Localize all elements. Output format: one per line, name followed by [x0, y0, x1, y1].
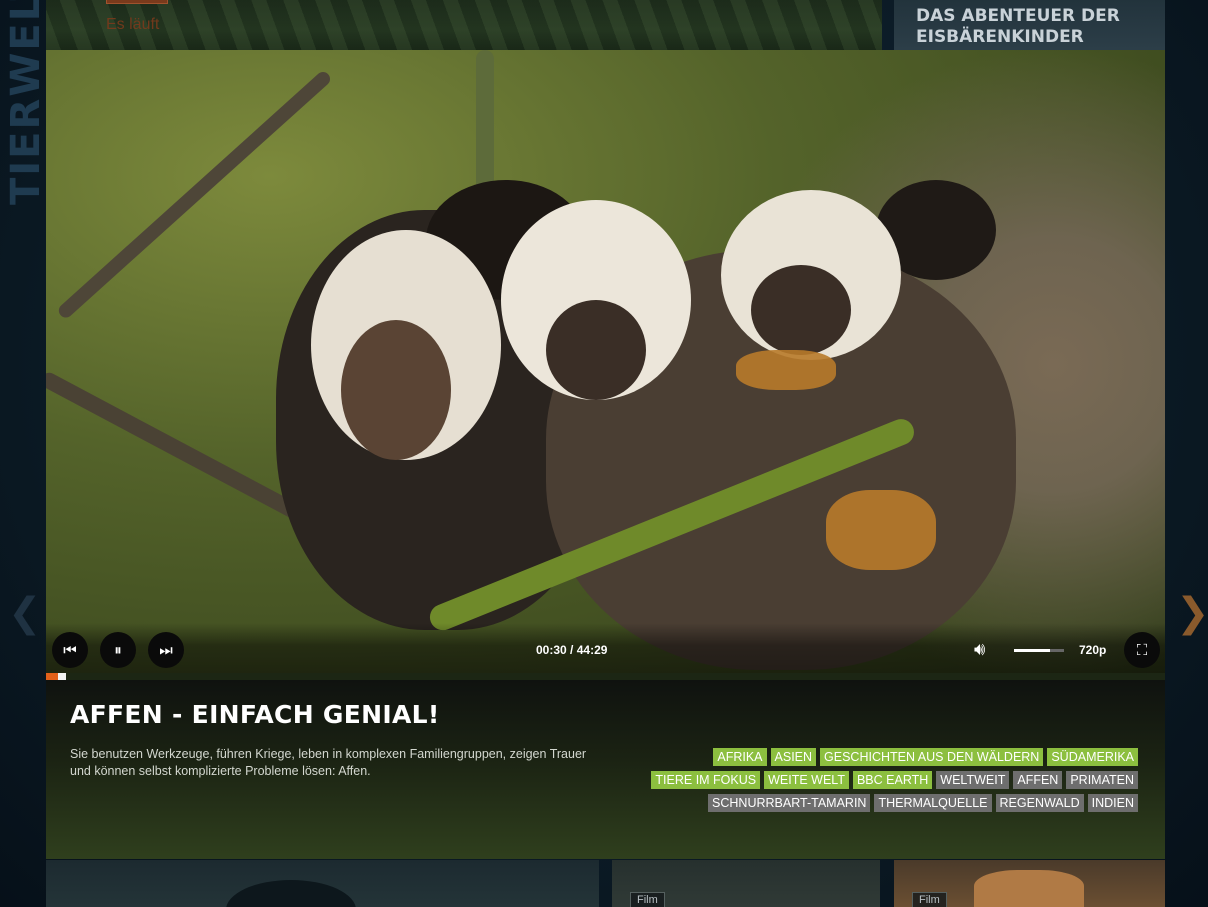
- time-separator: /: [570, 643, 574, 657]
- tag-weltweit[interactable]: WELTWEIT: [936, 771, 1010, 789]
- skip-next-icon[interactable]: ⏭: [148, 632, 184, 668]
- marmoset-face: [751, 265, 851, 355]
- duration: 44:29: [576, 643, 608, 657]
- tag-row: SCHNURRBART-TAMARIN THERMALQUELLE REGENWAL…: [708, 794, 1138, 812]
- carousel-tile-top-left[interactable]: Es läuft: [46, 0, 882, 50]
- tag-row: TIERE IM FOKUS WEITE WELT BBC EARTH WELTWEI…: [651, 771, 1138, 789]
- pause-icon[interactable]: ⏸: [100, 632, 136, 668]
- tag-weite-welt[interactable]: WEITE WELT: [764, 771, 849, 789]
- tag-bbc-earth[interactable]: BBC EARTH: [852, 771, 933, 789]
- current-time: 00:30: [536, 643, 567, 657]
- tag-tiere-im-fokus[interactable]: TIERE IM FOKUS: [651, 771, 761, 789]
- tile-thumbnail: [46, 0, 882, 50]
- section-title-vertical: TIERWELT: [0, 0, 48, 210]
- marmoset-face: [341, 320, 451, 460]
- tile-status-text: Es läuft: [106, 16, 160, 33]
- branch: [56, 69, 333, 321]
- tag-asien[interactable]: ASIEN: [770, 748, 817, 766]
- player-controls: ⏮ ⏸ ⏭ 00:30 / 44:29 🔊︎ 720p ⛶: [46, 623, 1165, 679]
- progress-played: [46, 673, 58, 680]
- fur-patch: [736, 350, 836, 390]
- video-description: Sie benutzen Werkzeuge, führen Kriege, l…: [70, 747, 587, 778]
- page: TIERWELT Es läuft DAS ABENTEUER DER EISB…: [0, 0, 1208, 907]
- tile-thumbnail: [226, 880, 356, 907]
- tag-affen[interactable]: AFFEN: [1013, 771, 1063, 789]
- live-chip: [106, 0, 168, 4]
- tag-indien[interactable]: INDIEN: [1087, 794, 1138, 812]
- tag-regenwald[interactable]: REGENWALD: [995, 794, 1084, 812]
- volume-level: [1014, 649, 1050, 652]
- carousel-tile-bottom-3[interactable]: Film: [894, 860, 1165, 907]
- volume-icon[interactable]: 🔊︎: [974, 639, 985, 660]
- tag-list: AFRIKA ASIEN GESCHICHTEN AUS DEN WÄLDERN SÜ…: [618, 748, 1138, 812]
- tile-title: DAS ABENTEUER DER EISBÄRENKINDER: [916, 6, 1120, 47]
- progress-bar[interactable]: [46, 673, 1165, 680]
- video-info-panel: AFFEN - EINFACH GENIAL! Sie benutzen Wer…: [46, 680, 1165, 859]
- section-title-text: TIERWELT: [3, 0, 48, 205]
- quality-selector[interactable]: 720p: [1079, 643, 1106, 657]
- tag-südamerika[interactable]: SÜDAMERIKA: [1047, 748, 1138, 766]
- tag-thermalquelle[interactable]: THERMALQUELLE: [874, 794, 992, 812]
- carousel-next-arrow-icon[interactable]: ❯: [1176, 590, 1208, 636]
- skip-previous-icon[interactable]: ⏮: [52, 632, 88, 668]
- fur-patch: [826, 490, 936, 570]
- tag-geschichten-aus-den-wäldern[interactable]: GESCHICHTEN AUS DEN WÄLDERN: [820, 748, 1044, 766]
- video-player[interactable]: ⏮ ⏸ ⏭ 00:30 / 44:29 🔊︎ 720p ⛶: [46, 50, 1165, 679]
- tag-row: AFRIKA ASIEN GESCHICHTEN AUS DEN WÄLDERN SÜ…: [713, 748, 1138, 766]
- tag-afrika[interactable]: AFRIKA: [713, 748, 767, 766]
- carousel-tile-bottom-2[interactable]: Film: [612, 860, 880, 907]
- carousel-tile-top-right[interactable]: DAS ABENTEUER DER EISBÄRENKINDER: [894, 0, 1165, 50]
- film-badge: Film: [630, 892, 665, 907]
- video-title: AFFEN - EINFACH GENIAL!: [70, 700, 440, 729]
- tag-schnurrbart-tamarin[interactable]: SCHNURRBART-TAMARIN: [708, 794, 871, 812]
- carousel-tile-bottom-1[interactable]: [46, 860, 599, 907]
- fullscreen-icon[interactable]: ⛶: [1124, 632, 1160, 668]
- volume-slider[interactable]: [1014, 649, 1064, 652]
- tile-thumbnail: [974, 870, 1084, 907]
- tag-primaten[interactable]: PRIMATEN: [1066, 771, 1138, 789]
- marmoset-face: [546, 300, 646, 400]
- time-display: 00:30 / 44:29: [536, 643, 607, 657]
- carousel-prev-arrow-icon[interactable]: ❮: [8, 590, 42, 636]
- film-badge: Film: [912, 892, 947, 907]
- progress-handle[interactable]: [58, 673, 66, 680]
- video-frame: [46, 50, 1165, 679]
